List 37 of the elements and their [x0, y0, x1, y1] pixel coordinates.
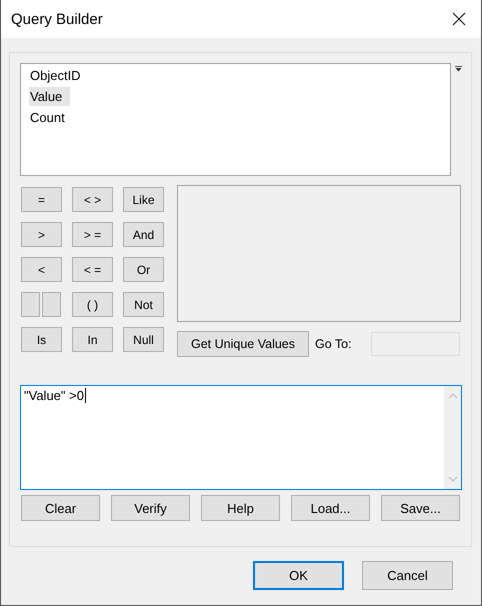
operator-button[interactable]: Is: [21, 327, 62, 352]
operator-button[interactable]: And: [123, 222, 164, 247]
operator-button[interactable]: Not: [123, 292, 164, 317]
field-list-item[interactable]: Value: [29, 87, 70, 106]
expression-button[interactable]: Load...: [291, 495, 370, 521]
operator-button[interactable]: > =: [72, 222, 113, 247]
scrollbar[interactable]: [444, 386, 461, 489]
operator-button[interactable]: =: [21, 187, 62, 212]
operator-button[interactable]: ( ): [72, 292, 113, 317]
go-to-label: Go To:: [315, 337, 353, 351]
field-list-item[interactable]: Count: [29, 108, 66, 127]
operator-button[interactable]: < >: [72, 187, 113, 212]
operator-button[interactable]: Like: [123, 187, 164, 212]
close-icon[interactable]: [452, 12, 466, 26]
get-unique-values-button[interactable]: Get Unique Values: [177, 331, 309, 357]
blank-button[interactable]: [42, 292, 61, 317]
field-list-item[interactable]: ObjectID: [29, 66, 82, 85]
window-title: Query Builder: [11, 10, 103, 28]
chevron-up-icon[interactable]: [448, 393, 458, 399]
dialog-button[interactable]: Cancel: [362, 561, 453, 590]
expression-button[interactable]: Save...: [381, 495, 460, 521]
operator-button[interactable]: Null: [123, 327, 164, 352]
unique-values-list[interactable]: [177, 185, 461, 322]
dropdown-icon[interactable]: [455, 66, 462, 72]
expression-button[interactable]: Help: [201, 495, 280, 521]
field-list[interactable]: ObjectID Value Count: [20, 63, 451, 176]
expression-button[interactable]: Clear: [21, 495, 100, 521]
operator-button[interactable]: < =: [72, 257, 113, 282]
operator-button[interactable]: Or: [123, 257, 164, 282]
operator-button[interactable]: <: [21, 257, 62, 282]
operator-button[interactable]: >: [21, 222, 62, 247]
expression-field[interactable]: "Value" >0: [20, 385, 462, 490]
blank-button[interactable]: [21, 292, 40, 317]
operator-button[interactable]: In: [72, 327, 113, 352]
dialog-button[interactable]: OK: [253, 561, 344, 590]
chevron-down-icon[interactable]: [448, 476, 458, 482]
expression-button[interactable]: Verify: [111, 495, 190, 521]
